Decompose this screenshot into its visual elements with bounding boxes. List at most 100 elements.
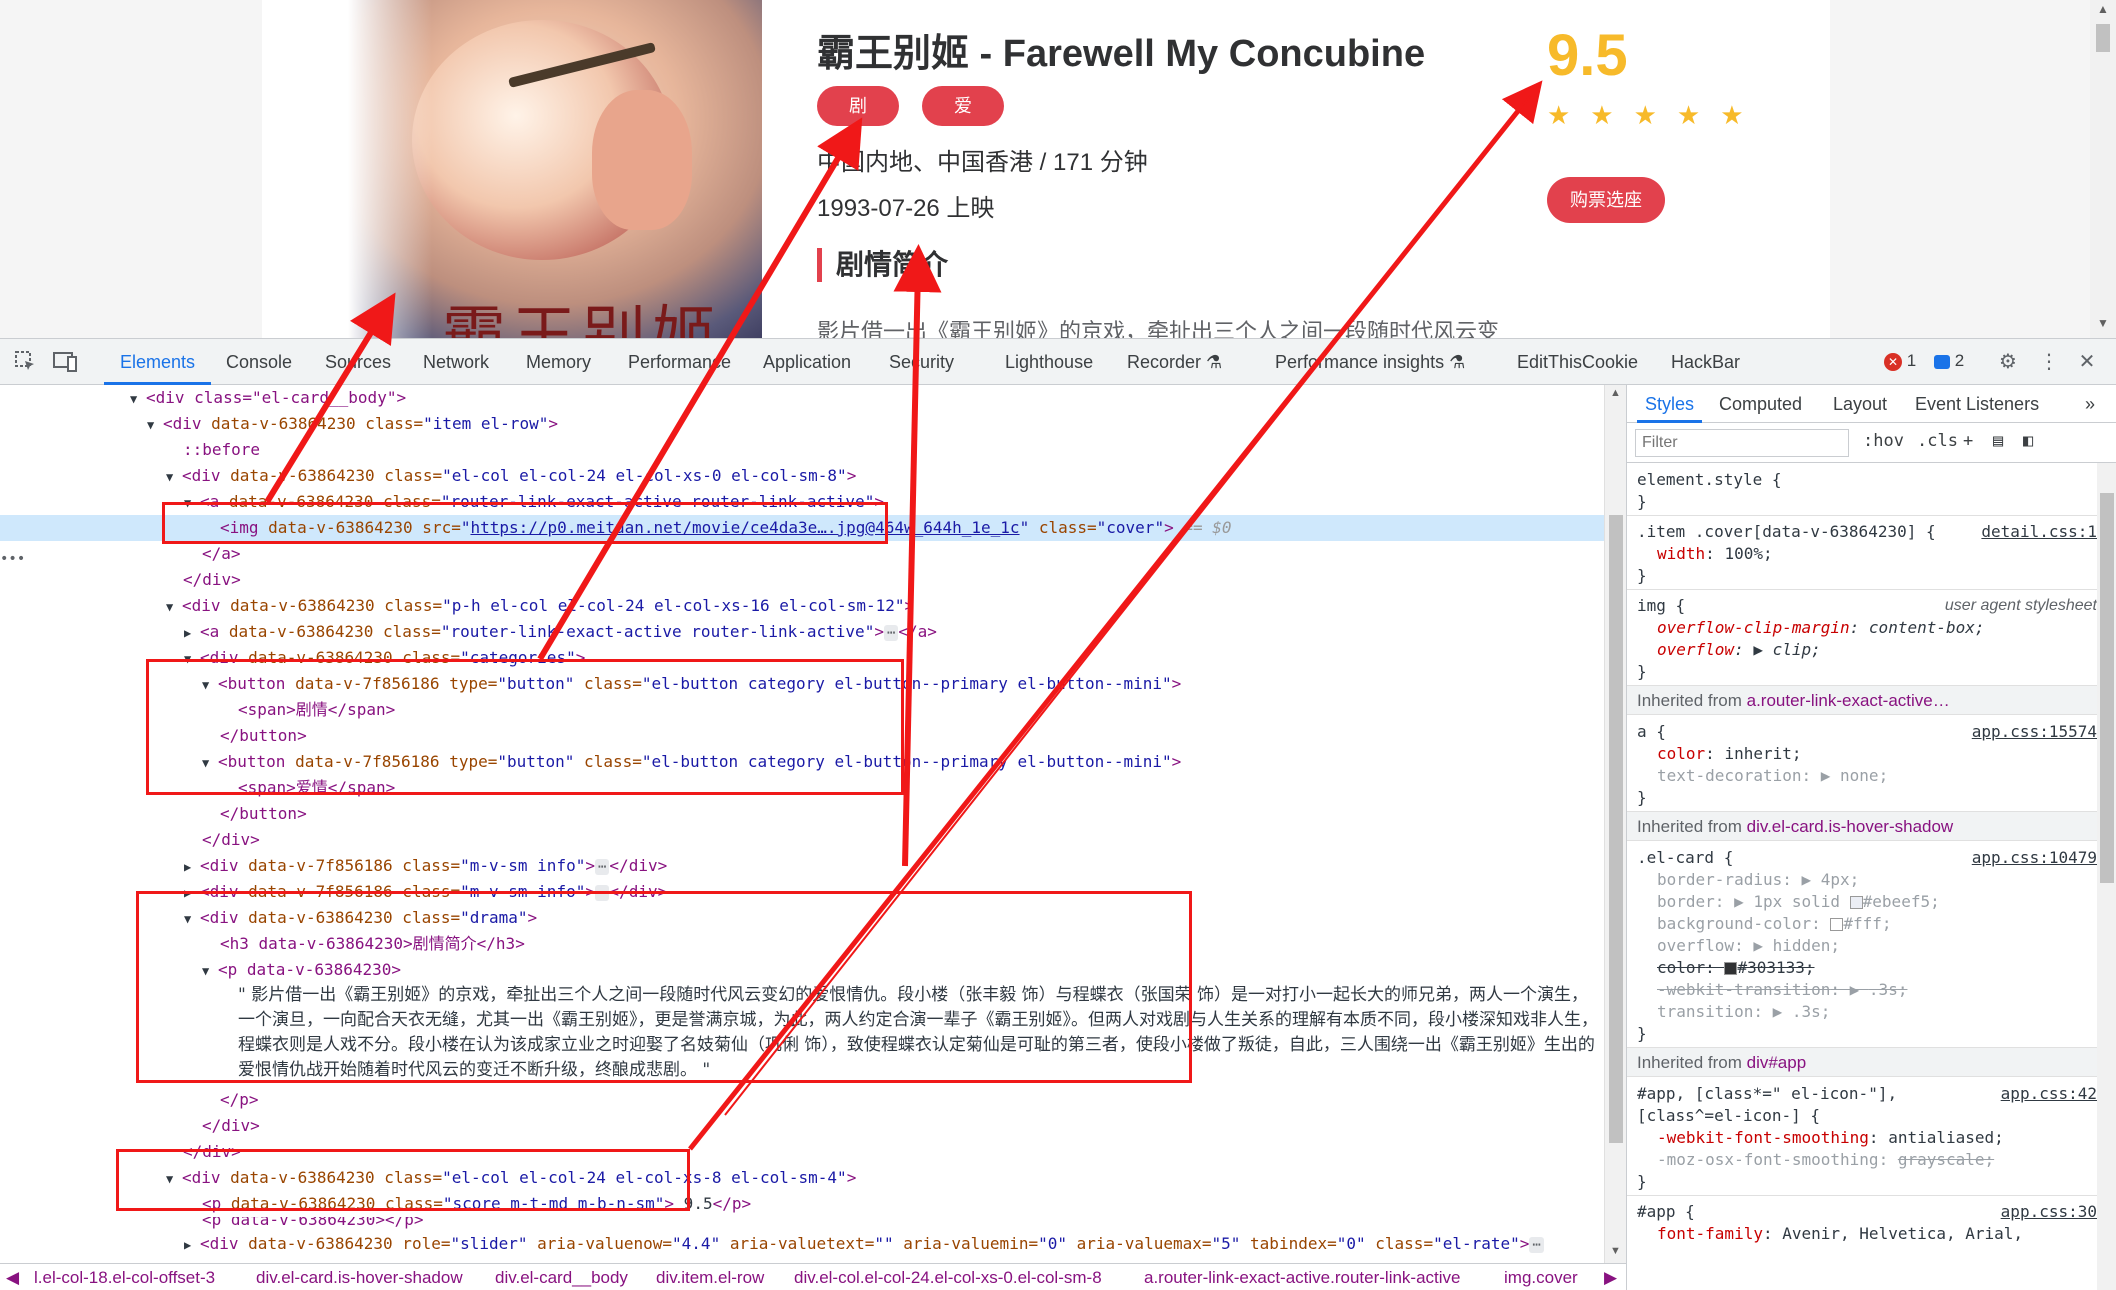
- expand-toggle-icon[interactable]: ▶: [184, 620, 200, 646]
- rule-source-link[interactable]: app.css:30: [2001, 1201, 2097, 1223]
- message-counter[interactable]: 2: [1934, 351, 1964, 371]
- styles-scrollbar[interactable]: [2097, 463, 2116, 1290]
- tab-memory[interactable]: Memory: [526, 339, 591, 385]
- dom-line[interactable]: </div>: [0, 1139, 1604, 1165]
- dom-line[interactable]: </button>: [0, 723, 1604, 749]
- style-property[interactable]: -webkit-font-smoothing: antialiased;: [1627, 1127, 2097, 1149]
- hover-state-button[interactable]: :hov: [1863, 431, 1904, 451]
- breadcrumb-item[interactable]: div.item.el-row: [656, 1264, 764, 1290]
- tab-network[interactable]: Network: [423, 339, 489, 385]
- color-swatch[interactable]: [1724, 962, 1738, 975]
- tab-recorder[interactable]: Recorder ⚗: [1127, 339, 1222, 385]
- close-icon[interactable]: ✕: [2074, 349, 2100, 375]
- dom-line[interactable]: ::before: [0, 437, 1604, 463]
- selected-line-gutter-icon[interactable]: •••: [0, 551, 25, 567]
- dom-line-selected[interactable]: <img data-v-63864230 src="https://p0.mei…: [0, 515, 1604, 541]
- dom-line[interactable]: ▶ <a data-v-63864230 class="router-link-e…: [0, 619, 1604, 645]
- more-tabs-icon[interactable]: »: [2085, 385, 2095, 423]
- tab-computed[interactable]: Computed: [1719, 385, 1802, 423]
- style-property[interactable]: border: ▶ 1px solid #ebeef5;: [1627, 891, 2097, 913]
- dom-line[interactable]: <p data-v-63864230></p>: [0, 1217, 1604, 1231]
- dom-line[interactable]: </a>: [0, 541, 1604, 567]
- rating-stars[interactable]: ★★★★★: [1547, 100, 1764, 131]
- dom-line[interactable]: ▶ <div data-v-7f856186 class="m-v-sm info…: [0, 879, 1604, 905]
- tab-console[interactable]: Console: [226, 339, 292, 385]
- dom-line[interactable]: ▼ <div data-v-63864230 class="p-h el-col …: [0, 593, 1604, 619]
- more-icon[interactable]: ⋮: [2036, 349, 2062, 375]
- rule-selector[interactable]: #app {app.css:30: [1627, 1201, 2097, 1223]
- dom-line[interactable]: ▼ <div class="el-card__body">: [0, 385, 1604, 411]
- dom-line[interactable]: ▶ <div data-v-7f856186 class="m-v-sm info…: [0, 853, 1604, 879]
- rule-selector[interactable]: [class^=el-icon-] {: [1627, 1105, 2097, 1127]
- expand-toggle-icon[interactable]: ▼: [202, 672, 218, 698]
- tab-hackbar[interactable]: HackBar: [1671, 339, 1740, 385]
- style-property-overridden[interactable]: color: #303133;: [1627, 957, 2097, 979]
- expand-toggle-icon[interactable]: ▼: [166, 594, 182, 620]
- style-property[interactable]: border-radius: ▶ 4px;: [1627, 869, 2097, 891]
- collapsed-ellipsis[interactable]: ⋯: [594, 885, 610, 901]
- movie-poster[interactable]: 霸王别姬: [292, 0, 762, 338]
- rule-source-link[interactable]: detail.css:1: [1981, 521, 2097, 543]
- color-swatch[interactable]: [1849, 896, 1863, 909]
- category-tag-romance[interactable]: 爱情: [922, 86, 1004, 156]
- rule-selector[interactable]: #app, [class*=" el-icon-"], app.css:42: [1627, 1083, 2097, 1105]
- style-property[interactable]: width: 100%;: [1627, 543, 2097, 565]
- tab-elements[interactable]: Elements: [104, 339, 212, 385]
- buy-ticket-button[interactable]: 购票选座: [1547, 177, 1665, 223]
- dom-tree[interactable]: ▼ <div class="el-card__body"> ▼ <div data-…: [0, 385, 1604, 1263]
- dom-tree-scrollbar[interactable]: ▲ ▼: [1604, 385, 1626, 1263]
- category-tag-drama[interactable]: 剧情: [817, 86, 899, 156]
- scroll-up-icon[interactable]: ▲: [2097, 2, 2109, 16]
- expand-toggle-icon[interactable]: ▼: [202, 750, 218, 776]
- style-property[interactable]: color: inherit;: [1627, 743, 2097, 765]
- styles-filter-input[interactable]: [1635, 429, 1849, 457]
- dom-line[interactable]: ▼ <div data-v-63864230 class="el-col el-c…: [0, 463, 1604, 489]
- collapsed-ellipsis[interactable]: ⋯: [883, 625, 899, 641]
- settings-icon[interactable]: ⚙: [1995, 349, 2021, 375]
- breadcrumb-item[interactable]: div.el-col.el-col-24.el-col-xs-0.el-col-…: [794, 1264, 1102, 1290]
- image-src-link[interactable]: https://p0.meituan.net/movie/ce4da3e….jp…: [470, 518, 1019, 537]
- dom-line[interactable]: ▼ <div data-v-63864230 class="el-col el-c…: [0, 1165, 1604, 1191]
- color-swatch[interactable]: [1830, 918, 1844, 931]
- style-property[interactable]: text-decoration: ▶ none;: [1627, 765, 2097, 787]
- style-property-overridden[interactable]: -webkit-transition: ▶ .3s;: [1627, 979, 2097, 1001]
- dom-line[interactable]: ▼ <div data-v-63864230 class="item el-row…: [0, 411, 1604, 437]
- sidebar-toggle-icon[interactable]: ◧: [2023, 431, 2033, 451]
- paint-icon[interactable]: ▤: [1993, 431, 2003, 451]
- expand-toggle-icon[interactable]: ▶: [184, 854, 200, 880]
- style-property[interactable]: background-color: #fff;: [1627, 913, 2097, 935]
- device-toolbar-icon[interactable]: [52, 349, 78, 375]
- style-property[interactable]: font-family: Avenir, Helvetica, Arial,: [1627, 1223, 2097, 1245]
- expand-toggle-icon[interactable]: ▼: [130, 386, 146, 412]
- tab-styles[interactable]: Styles: [1637, 385, 1703, 423]
- breadcrumb-item[interactable]: div.el-card__body: [495, 1264, 628, 1290]
- dom-line[interactable]: ▶ <div data-v-63864230 role="slider" aria…: [0, 1231, 1604, 1257]
- dom-line[interactable]: ▼ <div data-v-63864230 class="drama">: [0, 905, 1604, 931]
- tab-security[interactable]: Security: [889, 339, 954, 385]
- tab-layout[interactable]: Layout: [1833, 385, 1887, 423]
- expand-toggle-icon[interactable]: ▼: [147, 412, 163, 438]
- page-scrollbar[interactable]: ▲ ▼: [2090, 0, 2116, 338]
- expand-toggle-icon[interactable]: ▼: [184, 906, 200, 932]
- expand-toggle-icon[interactable]: ▼: [166, 1166, 182, 1192]
- dom-line[interactable]: <h3 data-v-63864230>剧情简介</h3>: [0, 931, 1604, 957]
- dom-line[interactable]: ▼ <p data-v-63864230>: [0, 957, 1604, 983]
- style-property-overridden[interactable]: -moz-osx-font-smoothing: grayscale;: [1627, 1149, 2097, 1171]
- breadcrumb-item[interactable]: div.el-card.is-hover-shadow: [256, 1264, 463, 1290]
- tab-sources[interactable]: Sources: [325, 339, 391, 385]
- scroll-up-icon[interactable]: ▲: [1610, 387, 1621, 399]
- breadcrumb-item[interactable]: l.el-col-18.el-col-offset-3: [34, 1264, 215, 1290]
- collapsed-ellipsis[interactable]: ⋯: [1529, 1237, 1544, 1253]
- style-property[interactable]: overflow-clip-margin: content-box;: [1627, 617, 2097, 639]
- tab-event-listeners[interactable]: Event Listeners: [1915, 385, 2039, 423]
- add-rule-icon[interactable]: +: [1963, 431, 1973, 451]
- page-scroll-thumb[interactable]: [2096, 24, 2110, 52]
- styles-scroll-thumb[interactable]: [2100, 493, 2114, 883]
- inspect-icon[interactable]: [12, 349, 38, 375]
- error-counter[interactable]: ✕ 1: [1884, 351, 1916, 371]
- dom-line[interactable]: </div>: [0, 1113, 1604, 1139]
- expand-toggle-icon[interactable]: ▶: [184, 1232, 200, 1258]
- rule-selector[interactable]: img {user agent stylesheet: [1627, 595, 2097, 617]
- scroll-down-icon[interactable]: ▼: [1610, 1245, 1621, 1257]
- tab-application[interactable]: Application: [763, 339, 851, 385]
